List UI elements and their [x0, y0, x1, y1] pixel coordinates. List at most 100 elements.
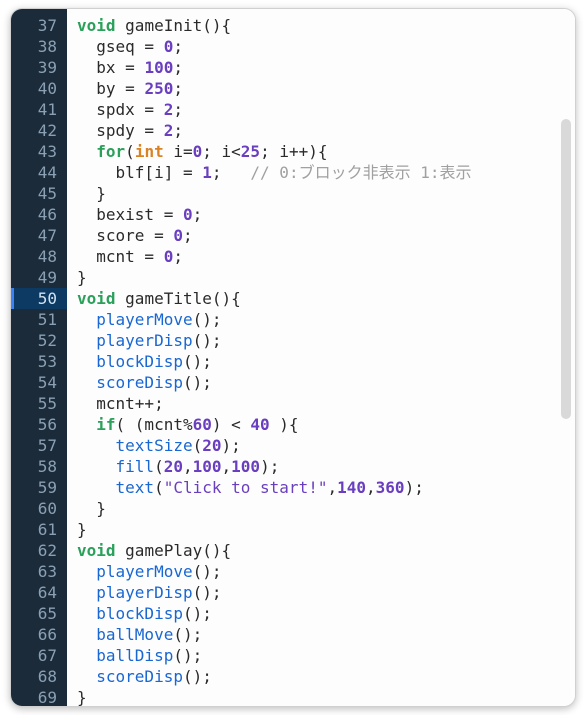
- token-op: ;: [212, 163, 251, 182]
- code-line[interactable]: by = 250;: [77, 78, 575, 99]
- code-line[interactable]: bexist = 0;: [77, 204, 575, 225]
- token-op: (){: [202, 16, 231, 35]
- token-kw: void: [77, 289, 116, 308]
- token-num: 360: [376, 478, 405, 497]
- code-area[interactable]: void gameInit(){ gseq = 0; bx = 100; by …: [67, 9, 575, 706]
- token-op: ,: [366, 478, 376, 497]
- token-op: ,: [222, 457, 232, 476]
- token-call: ballDisp: [96, 646, 173, 665]
- code-line[interactable]: playerDisp();: [77, 582, 575, 603]
- code-line[interactable]: }: [77, 687, 575, 706]
- line-number: 55: [25, 393, 57, 414]
- token-op: gseq =: [77, 37, 164, 56]
- token-op: score =: [77, 226, 173, 245]
- line-number: 46: [25, 204, 57, 225]
- code-line[interactable]: gseq = 0;: [77, 36, 575, 57]
- line-number: 69: [25, 687, 57, 707]
- code-line[interactable]: if( (mcnt%60) < 40 ){: [77, 414, 575, 435]
- token-op: [77, 436, 116, 455]
- token-num: 100: [231, 457, 260, 476]
- code-line[interactable]: void gameInit(){: [77, 15, 575, 36]
- token-op: [77, 373, 96, 392]
- token-op: [77, 331, 96, 350]
- token-op: (: [154, 457, 164, 476]
- line-number: 68: [25, 666, 57, 687]
- token-num: 0: [173, 226, 183, 245]
- line-number: 52: [25, 330, 57, 351]
- line-number: 57: [25, 435, 57, 456]
- code-line[interactable]: void gamePlay(){: [77, 540, 575, 561]
- code-line[interactable]: playerMove();: [77, 309, 575, 330]
- line-number: 41: [25, 99, 57, 120]
- line-number: 43: [25, 141, 57, 162]
- code-line[interactable]: score = 0;: [77, 225, 575, 246]
- token-num: 250: [144, 79, 173, 98]
- token-op: ();: [173, 625, 202, 644]
- token-op: [77, 604, 96, 623]
- code-line[interactable]: }: [77, 183, 575, 204]
- token-call: playerDisp: [96, 583, 192, 602]
- line-number: 39: [25, 57, 57, 78]
- code-line[interactable]: spdx = 2;: [77, 99, 575, 120]
- token-op: bx =: [77, 58, 144, 77]
- code-line[interactable]: bx = 100;: [77, 57, 575, 78]
- code-line[interactable]: playerDisp();: [77, 330, 575, 351]
- code-line[interactable]: mcnt++;: [77, 393, 575, 414]
- line-number: 58: [25, 456, 57, 477]
- code-line[interactable]: ballMove();: [77, 624, 575, 645]
- code-line[interactable]: void gameTitle(){: [77, 288, 575, 309]
- token-kw: void: [77, 541, 116, 560]
- code-line[interactable]: fill(20,100,100);: [77, 456, 575, 477]
- token-op: [77, 310, 96, 329]
- token-op: ; i<: [202, 142, 241, 161]
- code-line[interactable]: }: [77, 498, 575, 519]
- token-op: blf[i] =: [77, 163, 202, 182]
- token-op: [77, 583, 96, 602]
- token-num: 60: [193, 415, 212, 434]
- token-op: [77, 646, 96, 665]
- token-op: );: [405, 478, 424, 497]
- token-call: scoreDisp: [96, 667, 183, 686]
- token-op: }: [77, 520, 87, 539]
- token-op: ();: [173, 646, 202, 665]
- token-op: );: [260, 457, 279, 476]
- code-line[interactable]: ballDisp();: [77, 645, 575, 666]
- code-line[interactable]: for(int i=0; i<25; i++){: [77, 141, 575, 162]
- code-line[interactable]: }: [77, 519, 575, 540]
- token-call: textSize: [116, 436, 193, 455]
- code-line[interactable]: text("Click to start!",140,360);: [77, 477, 575, 498]
- token-op: mcnt++;: [77, 394, 164, 413]
- code-editor[interactable]: 3738394041424344454647484950515253545556…: [10, 8, 576, 707]
- token-op: (: [125, 142, 135, 161]
- token-kw: for: [96, 142, 125, 161]
- token-call: playerDisp: [96, 331, 192, 350]
- token-op: ();: [193, 331, 222, 350]
- line-number: 45: [25, 183, 57, 204]
- line-number: 49: [25, 267, 57, 288]
- token-op: [77, 625, 96, 644]
- token-ty: int: [135, 142, 164, 161]
- token-fn: gameTitle: [125, 289, 212, 308]
- line-number: 65: [25, 603, 57, 624]
- token-num: 0: [164, 37, 174, 56]
- token-op: }: [77, 499, 106, 518]
- scrollbar-thumb[interactable]: [561, 119, 571, 419]
- code-line[interactable]: scoreDisp();: [77, 372, 575, 393]
- token-op: ,: [183, 457, 193, 476]
- code-line[interactable]: spdy = 2;: [77, 120, 575, 141]
- code-line[interactable]: blf[i] = 1; // 0:ブロック非表示 1:表示: [77, 162, 575, 183]
- token-op: ;: [193, 205, 203, 224]
- code-line[interactable]: blockDisp();: [77, 603, 575, 624]
- code-line[interactable]: scoreDisp();: [77, 666, 575, 687]
- token-call: playerMove: [96, 562, 192, 581]
- token-num: 140: [337, 478, 366, 497]
- token-op: (){: [212, 289, 241, 308]
- code-line[interactable]: mcnt = 0;: [77, 246, 575, 267]
- code-line[interactable]: playerMove();: [77, 561, 575, 582]
- token-str: "Click to start!": [164, 478, 328, 497]
- line-number: 61: [25, 519, 57, 540]
- code-line[interactable]: blockDisp();: [77, 351, 575, 372]
- line-number: 48: [25, 246, 57, 267]
- code-line[interactable]: }: [77, 267, 575, 288]
- code-line[interactable]: textSize(20);: [77, 435, 575, 456]
